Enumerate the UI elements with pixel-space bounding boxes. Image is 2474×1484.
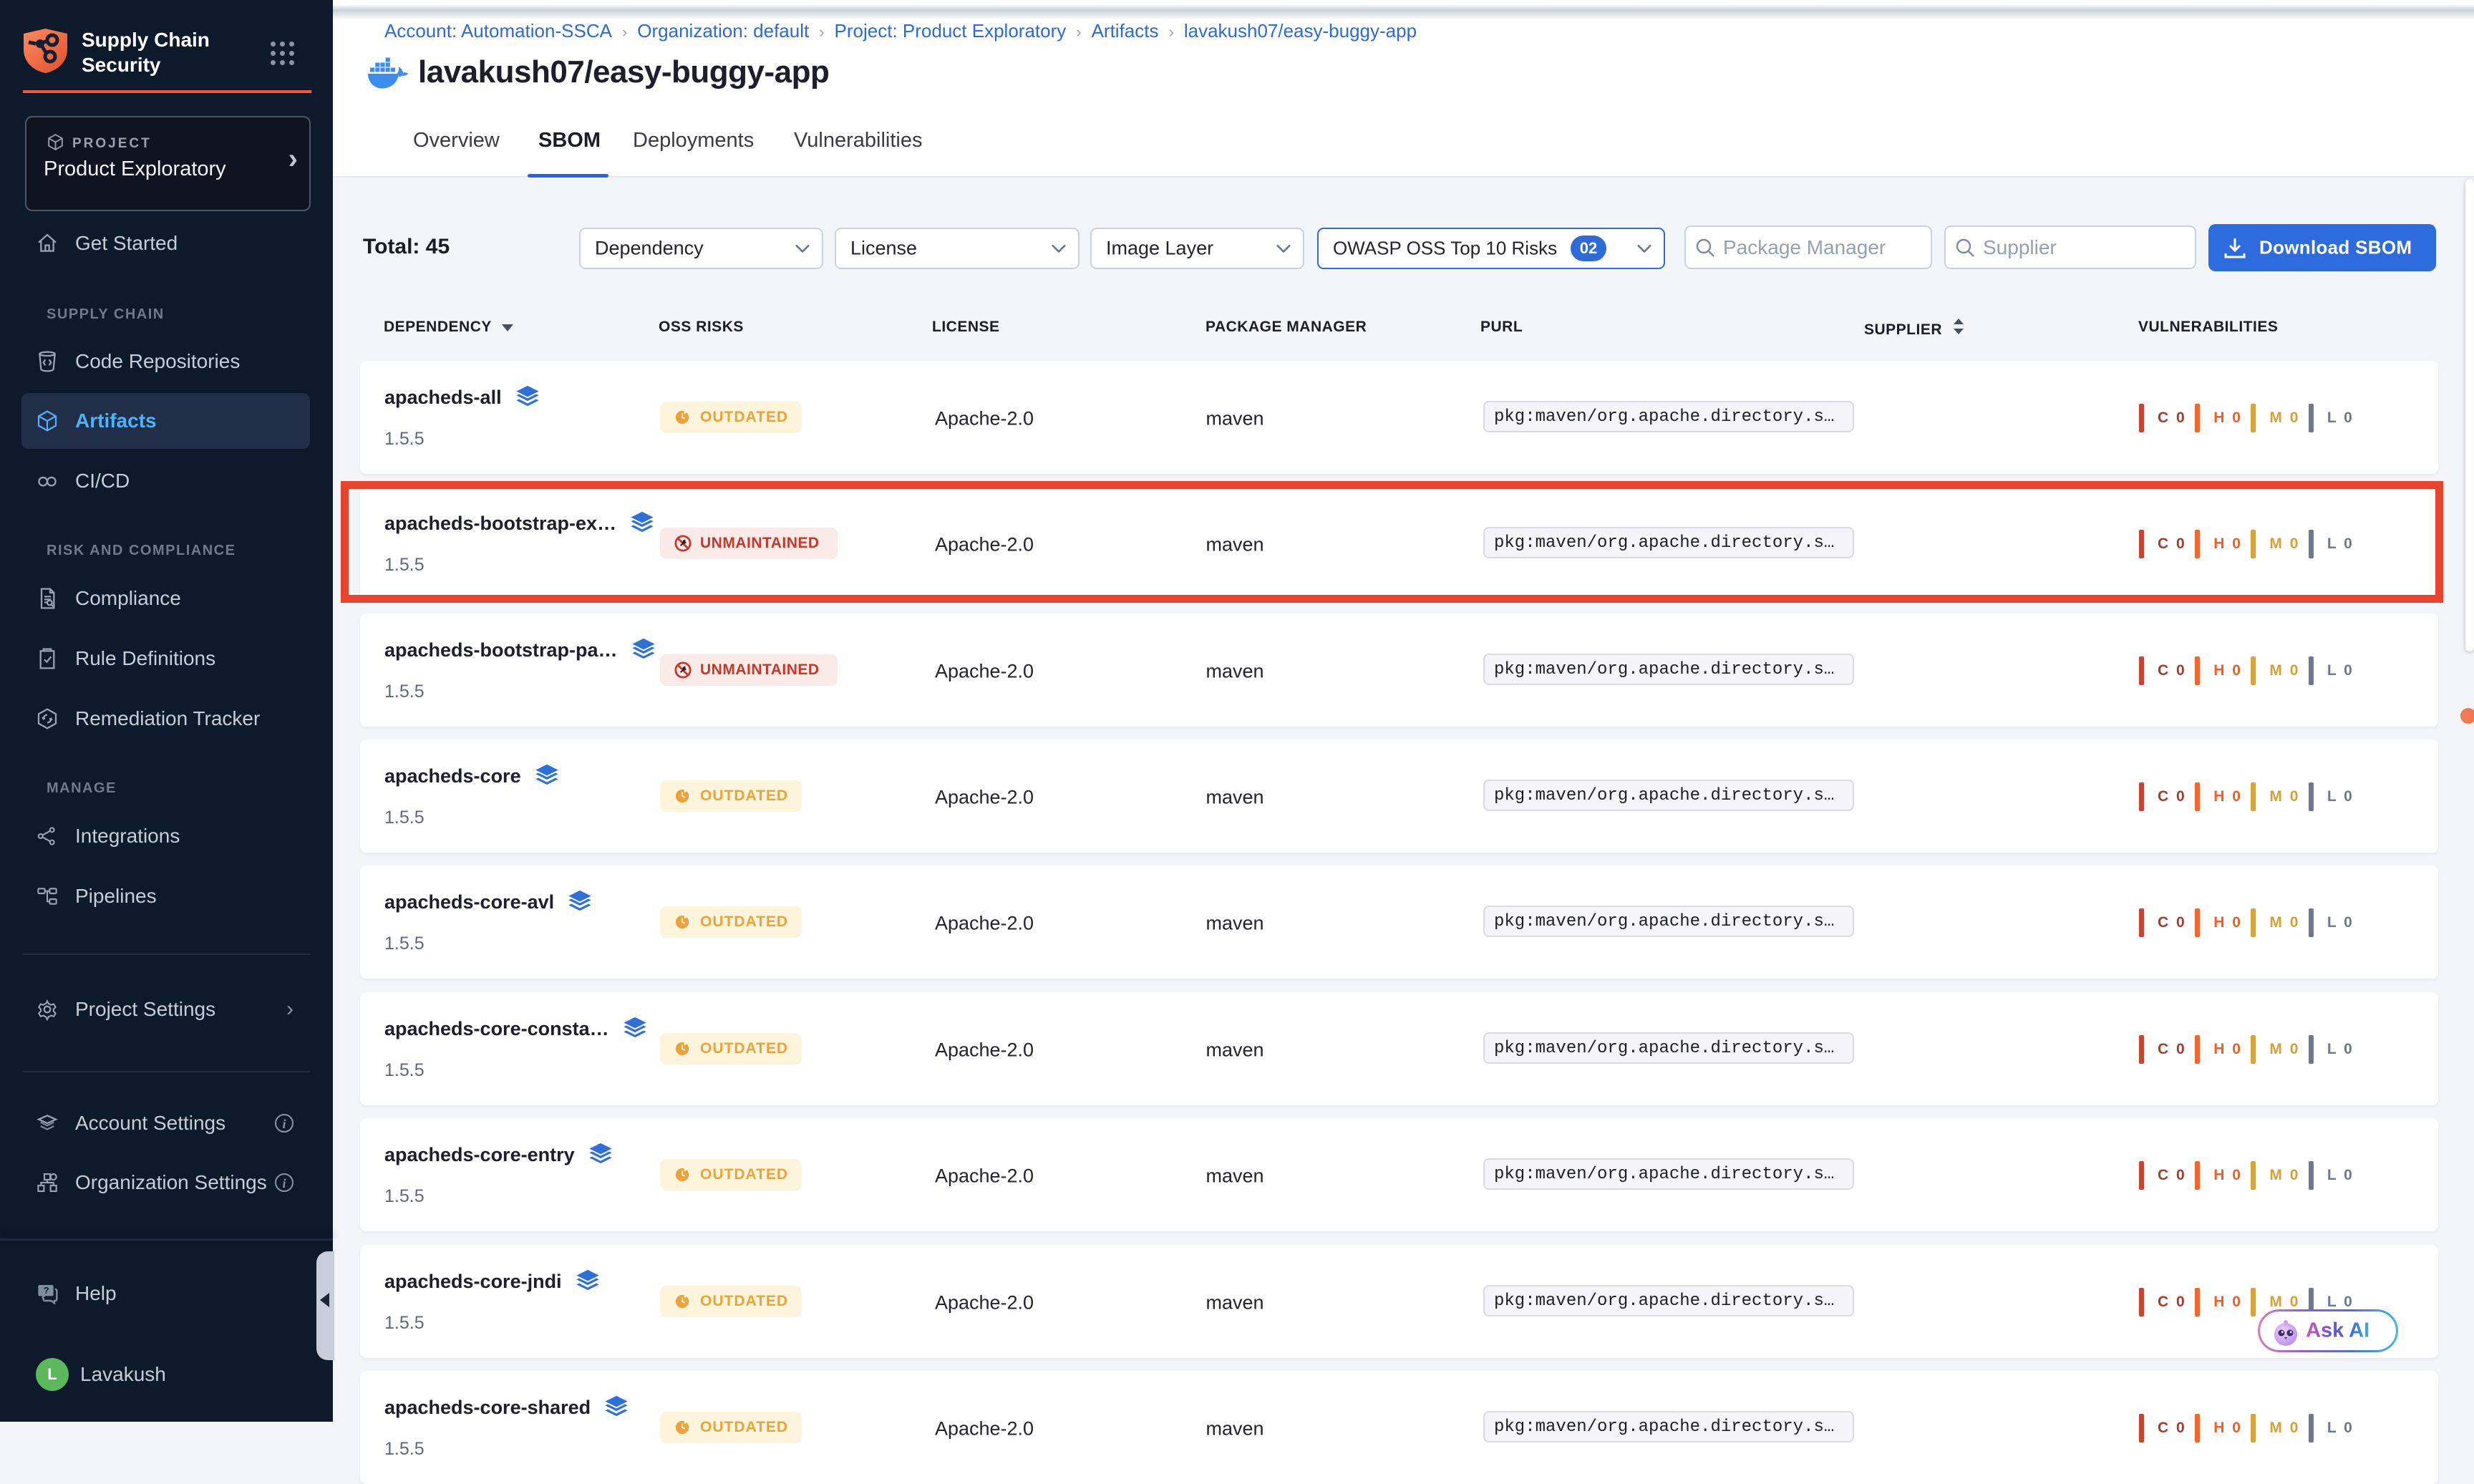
svg-text:?: ?	[44, 1285, 49, 1296]
